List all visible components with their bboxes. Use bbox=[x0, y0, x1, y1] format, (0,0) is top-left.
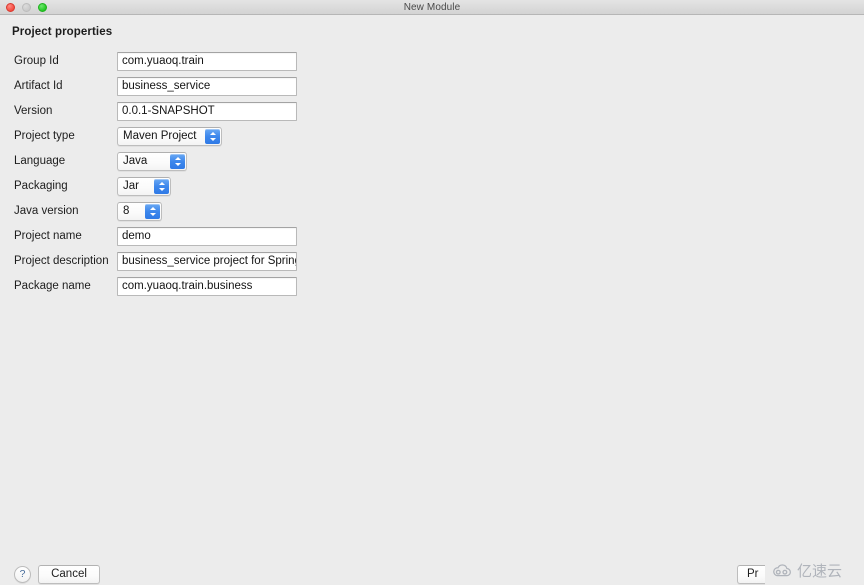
window-title: New Module bbox=[403, 2, 461, 13]
label-project-name: Project name bbox=[14, 230, 82, 242]
version-value: 0.0.1-SNAPSHOT bbox=[122, 105, 215, 117]
label-language: Language bbox=[14, 155, 66, 167]
chevron-updown-icon[interactable] bbox=[145, 204, 160, 219]
label-group-id: Group Id bbox=[14, 55, 59, 67]
form-row-java-version: Java version 8 bbox=[0, 202, 864, 227]
project-type-value: Maven Project bbox=[123, 130, 197, 142]
language-select[interactable]: Java bbox=[117, 152, 187, 171]
chevron-updown-icon[interactable] bbox=[154, 179, 169, 194]
label-java-version: Java version bbox=[14, 205, 79, 217]
form-row-project-name: Project name demo bbox=[0, 227, 864, 252]
group-id-value: com.yuaoq.train bbox=[122, 55, 204, 67]
label-packaging: Packaging bbox=[14, 180, 68, 192]
project-properties-form: Group Id com.yuaoq.train Artifact Id bus… bbox=[0, 52, 864, 302]
chevron-updown-icon[interactable] bbox=[170, 154, 185, 169]
java-version-value: 8 bbox=[123, 205, 130, 217]
label-version: Version bbox=[14, 105, 53, 117]
label-project-description: Project description bbox=[14, 255, 109, 267]
new-module-dialog: New Module Project properties Group Id c… bbox=[0, 0, 864, 585]
form-row-package-name: Package name com.yuaoq.train.business bbox=[0, 277, 864, 302]
java-version-select[interactable]: 8 bbox=[117, 202, 162, 221]
watermark-text: 亿速云 bbox=[797, 562, 843, 580]
project-description-input[interactable]: business_service project for Spring Boot bbox=[117, 252, 297, 271]
form-row-version: Version 0.0.1-SNAPSHOT bbox=[0, 102, 864, 127]
form-row-artifact-id: Artifact Id business_service bbox=[0, 77, 864, 102]
help-button[interactable]: ? bbox=[14, 566, 31, 583]
cloud-icon bbox=[773, 563, 791, 576]
form-row-project-description: Project description business_service pro… bbox=[0, 252, 864, 277]
label-project-type: Project type bbox=[14, 130, 75, 142]
artifact-id-input[interactable]: business_service bbox=[117, 77, 297, 96]
form-row-group-id: Group Id com.yuaoq.train bbox=[0, 52, 864, 77]
packaging-select[interactable]: Jar bbox=[117, 177, 171, 196]
form-row-project-type: Project type Maven Project bbox=[0, 127, 864, 152]
form-row-language: Language Java bbox=[0, 152, 864, 177]
label-artifact-id: Artifact Id bbox=[14, 80, 63, 92]
version-input[interactable]: 0.0.1-SNAPSHOT bbox=[117, 102, 297, 121]
packaging-value: Jar bbox=[123, 180, 139, 192]
page-title: Project properties bbox=[12, 26, 113, 38]
group-id-input[interactable]: com.yuaoq.train bbox=[117, 52, 297, 71]
language-value: Java bbox=[123, 155, 148, 167]
chevron-updown-icon[interactable] bbox=[205, 129, 220, 144]
project-description-value: business_service project for Spring Boot bbox=[122, 255, 296, 267]
package-name-input[interactable]: com.yuaoq.train.business bbox=[117, 277, 297, 296]
label-package-name: Package name bbox=[14, 280, 91, 292]
cancel-button[interactable]: Cancel bbox=[38, 565, 100, 584]
package-name-value: com.yuaoq.train.business bbox=[122, 280, 253, 292]
artifact-id-value: business_service bbox=[122, 80, 211, 92]
watermark: 亿速云 bbox=[765, 556, 864, 585]
title-bar: New Module bbox=[0, 0, 864, 15]
project-type-select[interactable]: Maven Project bbox=[117, 127, 222, 146]
project-name-value: demo bbox=[122, 230, 151, 242]
form-row-packaging: Packaging Jar bbox=[0, 177, 864, 202]
project-name-input[interactable]: demo bbox=[117, 227, 297, 246]
